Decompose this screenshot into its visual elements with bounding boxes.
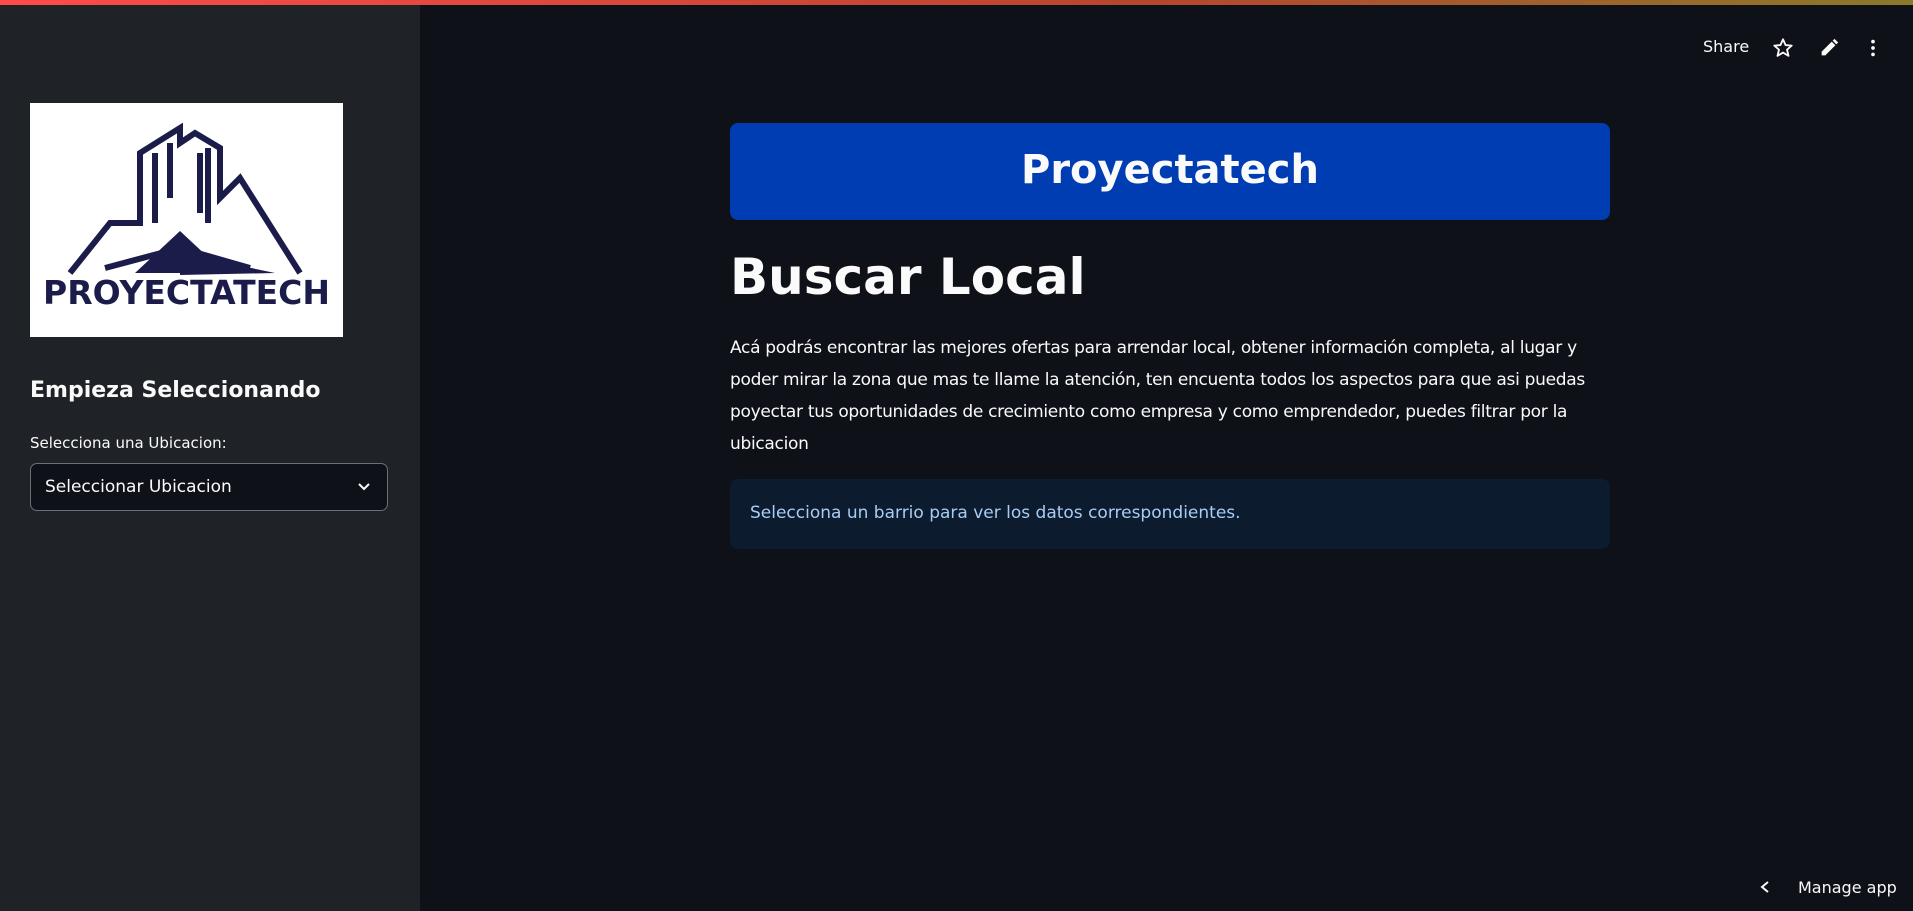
banner-title: Proyectatech [1021,147,1319,193]
edit-pencil-icon[interactable] [1818,37,1840,59]
chevron-down-icon [358,483,370,491]
location-select-label: Selecciona una Ubicacion: [30,434,227,452]
page-description: Acá podrás encontrar las mejores ofertas… [730,338,1585,454]
sidebar: PROYECTATECH Empieza Seleccionando Selec… [0,0,420,911]
star-icon[interactable] [1772,37,1794,59]
manage-app-label: Manage app [1798,878,1897,897]
more-vertical-icon[interactable] [1862,37,1884,59]
title-banner: Proyectatech [730,123,1610,220]
info-alert-text: Selecciona un barrio para ver los datos … [750,503,1241,523]
top-decoration-bar [0,0,1913,5]
logo-wordmark: PROYECTATECH [43,273,330,312]
location-select[interactable]: Seleccionar Ubicacion [30,463,388,511]
share-button[interactable]: Share [1703,37,1749,56]
location-select-value: Seleccionar Ubicacion [45,477,232,497]
sidebar-heading: Empieza Seleccionando [30,378,321,403]
chevron-left-icon [1760,881,1769,893]
info-alert: Selecciona un barrio para ver los datos … [730,479,1610,549]
proyectatech-logo: PROYECTATECH [30,103,343,337]
page-title: Buscar Local [730,248,1086,306]
